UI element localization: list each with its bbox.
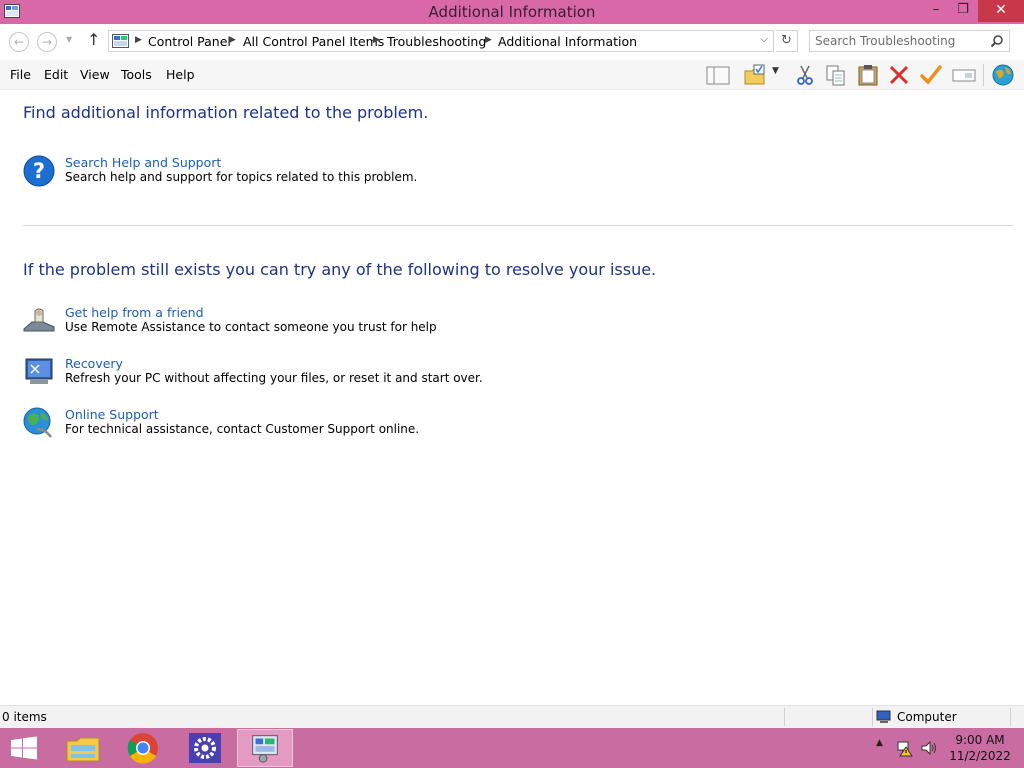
close-button[interactable]: ✕	[978, 0, 1024, 22]
computer-icon	[876, 710, 891, 723]
back-button[interactable]: ←	[9, 32, 29, 52]
file-explorer-icon[interactable]	[55, 729, 111, 767]
rename-icon[interactable]	[951, 63, 977, 87]
breadcrumb-separator-icon[interactable]: ▶	[373, 35, 380, 45]
get-help-friend-link[interactable]: Get help from a friend	[65, 305, 204, 320]
chrome-icon[interactable]	[115, 729, 171, 767]
breadcrumb-troubleshooting[interactable]: Troubleshooting	[387, 34, 486, 49]
breadcrumb-additional-information[interactable]: Additional Information	[498, 34, 637, 49]
online-support-link[interactable]: Online Support	[65, 407, 159, 422]
search-box[interactable]	[809, 30, 1010, 52]
control-panel-icon	[252, 735, 278, 763]
remote-assistance-icon[interactable]	[23, 305, 55, 337]
menu-file[interactable]: File	[10, 67, 31, 82]
breadcrumb-separator-icon[interactable]: ▶	[485, 35, 492, 45]
menu-help[interactable]: Help	[166, 67, 195, 82]
breadcrumb-separator-icon[interactable]: ▶	[135, 35, 142, 45]
breadcrumb-separator-icon[interactable]: ▶	[229, 35, 236, 45]
get-help-friend-description: Use Remote Assistance to contact someone…	[65, 320, 437, 334]
menu-tools[interactable]: Tools	[121, 67, 152, 82]
clock-time: 9:00 AM	[955, 733, 1005, 747]
online-support-icon[interactable]	[23, 407, 55, 439]
copy-icon[interactable]	[823, 63, 849, 87]
breadcrumb-control-panel[interactable]: Control Panel	[148, 34, 231, 49]
address-bar[interactable]: ▶ Control Panel ▶ All Control Panel Item…	[108, 30, 774, 52]
recovery-icon[interactable]	[23, 356, 55, 388]
status-divider	[784, 708, 785, 726]
recent-locations-icon[interactable]: ▼	[66, 35, 72, 44]
online-support-description: For technical assistance, contact Custom…	[65, 422, 420, 436]
clock-date: 11/2/2022	[949, 749, 1011, 763]
forward-button[interactable]: →	[37, 32, 57, 52]
window-title: Additional Information	[428, 3, 596, 21]
volume-icon[interactable]	[920, 739, 938, 757]
menu-view[interactable]: View	[80, 67, 110, 82]
control-panel-location-icon	[112, 34, 129, 48]
control-panel-taskbar-button[interactable]	[237, 729, 293, 767]
main-content: Find additional information related to t…	[0, 91, 1024, 705]
toolbar-divider	[983, 64, 984, 86]
start-icon[interactable]	[0, 729, 48, 767]
item-count: 0 items	[2, 710, 47, 724]
taskbar: ▲ 9:00 AM 11/2/2022	[0, 728, 1024, 768]
menu-edit[interactable]: Edit	[44, 67, 68, 82]
clock[interactable]: 9:00 AM 11/2/2022	[944, 732, 1016, 764]
address-dropdown-icon[interactable]: ⌵	[760, 34, 768, 45]
search-help-support-link[interactable]: Search Help and Support	[65, 155, 221, 170]
maximize-button[interactable]: ❐	[950, 0, 976, 22]
help-icon[interactable]: ?	[23, 155, 55, 187]
search-icon[interactable]	[990, 34, 1004, 48]
folder-properties-icon[interactable]	[742, 63, 768, 87]
folder-dropdown-icon[interactable]: ▼	[772, 66, 784, 90]
recovery-description: Refresh your PC without affecting your f…	[65, 371, 483, 385]
cut-icon[interactable]	[792, 63, 818, 87]
status-divider	[872, 708, 873, 726]
search-help-support-description: Search help and support for topics relat…	[65, 170, 418, 184]
navigation-bar: ← → ▼ ↑ ▶ Control Panel ▶ All Control Pa…	[0, 24, 1024, 60]
check-icon[interactable]	[918, 63, 944, 87]
recovery-link[interactable]: Recovery	[65, 356, 123, 371]
section-divider	[23, 225, 1013, 226]
menu-bar: File Edit View Tools Help ▼	[0, 60, 1024, 90]
delete-icon[interactable]	[886, 63, 912, 87]
show-hidden-icons[interactable]: ▲	[876, 738, 883, 748]
section-heading-additional-info: Find additional information related to t…	[23, 103, 429, 122]
layout-icon[interactable]	[705, 63, 731, 87]
section-heading-resolve-issue: If the problem still exists you can try …	[23, 260, 657, 279]
paste-icon[interactable]	[855, 63, 881, 87]
svg-text:?: ?	[33, 159, 45, 183]
network-icon[interactable]	[896, 739, 914, 757]
settings-icon[interactable]	[177, 729, 233, 767]
zone-label: Computer	[897, 710, 957, 724]
globe-icon[interactable]	[990, 63, 1016, 87]
resize-grip[interactable]	[1010, 708, 1011, 726]
minimize-button[interactable]: –	[922, 0, 950, 22]
search-input[interactable]	[815, 32, 985, 50]
breadcrumb-all-items[interactable]: All Control Panel Items	[243, 34, 384, 49]
up-button[interactable]: ↑	[87, 30, 100, 49]
title-bar: Additional Information – ❐ ✕	[0, 0, 1024, 24]
refresh-button[interactable]: ↻	[776, 30, 798, 52]
status-bar: 0 items Computer	[0, 705, 1024, 728]
